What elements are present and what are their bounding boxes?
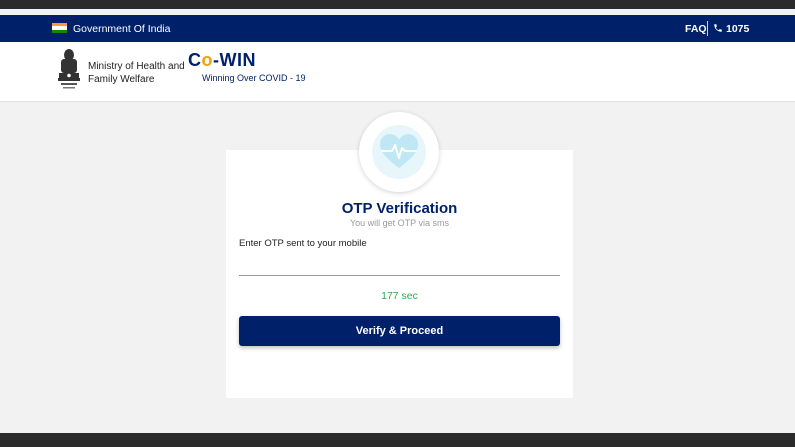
verify-proceed-button[interactable]: Verify & Proceed [239, 316, 560, 346]
ministry-line-2: Family Welfare [88, 74, 155, 85]
otp-timer: 177 sec [381, 290, 418, 302]
cowin-tagline: Winning Over COVID - 19 [202, 73, 306, 83]
otp-input-label: Enter OTP sent to your mobile [239, 238, 367, 249]
phone-icon [714, 24, 722, 32]
bottom-dark-strip [0, 433, 795, 447]
heart-pulse-icon [372, 125, 426, 179]
ministry-name: Ministry of Health and Family Welfare [88, 60, 185, 86]
government-bar: Government Of India FAQ 1075 [0, 15, 795, 42]
cowin-logo-c: C [188, 50, 202, 70]
india-flag-icon [52, 23, 67, 33]
ministry-line-1: Ministry of Health and [88, 61, 185, 72]
helpline-number[interactable]: 1075 [726, 23, 749, 35]
otp-title: OTP Verification [341, 200, 458, 217]
heart-badge [359, 112, 439, 192]
cowin-logo[interactable]: Co-WIN [188, 50, 256, 71]
faq-link[interactable]: FAQ [685, 23, 707, 35]
national-emblem-icon [58, 49, 80, 89]
top-dark-strip [0, 0, 795, 9]
cowin-logo-o: o [201, 50, 213, 70]
site-header: Ministry of Health and Family Welfare Co… [0, 42, 795, 102]
otp-subtitle: You will get OTP via sms [349, 218, 450, 228]
government-label: Government Of India [73, 23, 171, 35]
otp-input[interactable] [239, 254, 560, 276]
cowin-logo-rest: -WIN [213, 50, 256, 70]
gov-bar-divider [707, 21, 708, 36]
